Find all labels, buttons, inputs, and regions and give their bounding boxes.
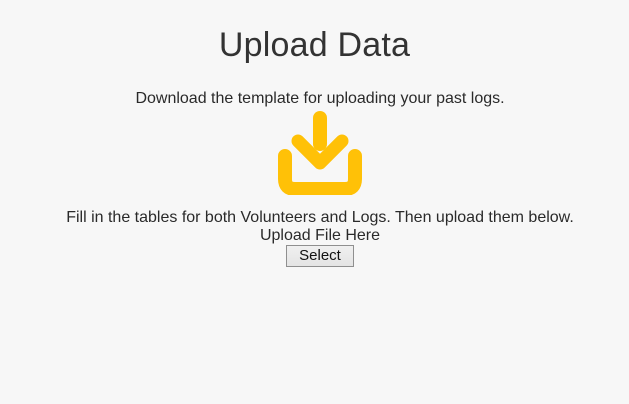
select-file-button[interactable]: Select [286,245,354,267]
download-template-button[interactable] [277,111,363,195]
upload-file-label: Upload File Here [259,227,381,244]
template-download-note: Download the template for uploading your… [135,90,505,107]
upload-instructions: Fill in the tables for both Volunteers a… [66,209,574,226]
download-icon [277,111,363,195]
page-title: Upload Data [218,26,411,64]
